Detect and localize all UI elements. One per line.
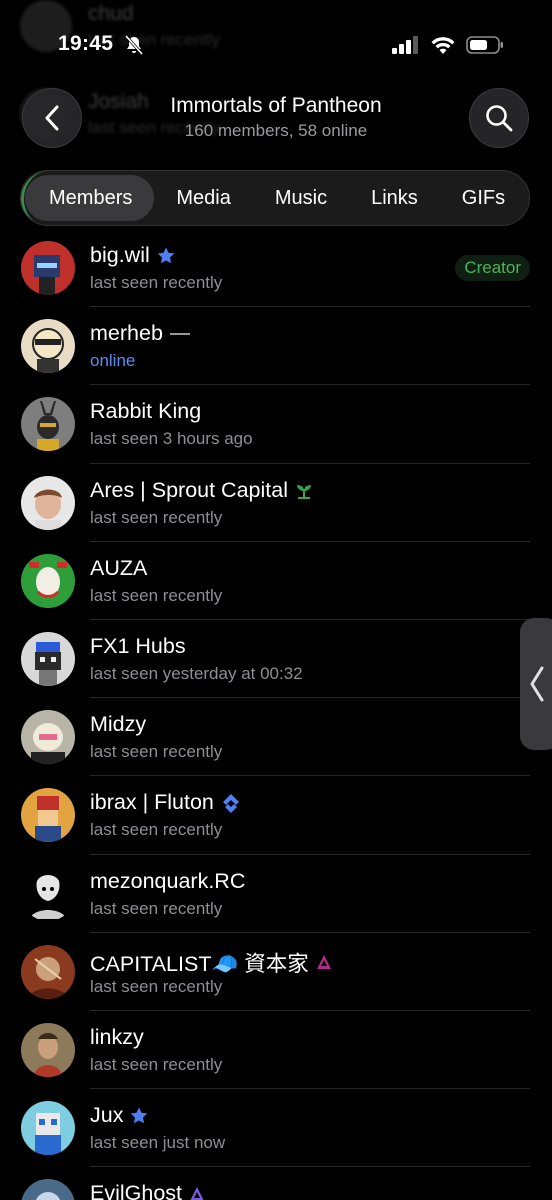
- member-name-row: CAPITALIST🧢 資本家: [90, 947, 333, 978]
- member-name: EvilGhost: [90, 1181, 183, 1200]
- star-icon: [131, 1107, 148, 1123]
- wifi-icon: [431, 37, 455, 54]
- member-status: last seen recently: [90, 1054, 223, 1074]
- star-icon: [157, 247, 175, 263]
- creator-badge: Creator: [455, 255, 530, 281]
- triangle-icon: [316, 955, 331, 970]
- member-name: FX1 Hubs: [90, 633, 186, 658]
- member-name-row: FX1 Hubs: [90, 634, 186, 659]
- member-name-row: big.wil: [90, 243, 176, 268]
- member-name-row: Jux: [90, 1103, 149, 1128]
- member-row[interactable]: Midzy last seen recently: [0, 698, 552, 777]
- member-list: big.wil last seen recently Creator merhe…: [0, 229, 552, 1200]
- avatar: [21, 241, 75, 295]
- member-name: Rabbit King: [90, 399, 202, 424]
- avatar: [21, 788, 75, 843]
- status-icons: [392, 35, 504, 55]
- member-name-row: merheb: [90, 321, 191, 346]
- member-row[interactable]: linkzy last seen recently: [0, 1011, 552, 1090]
- side-panel-handle[interactable]: [520, 618, 552, 750]
- member-row[interactable]: Jux last seen just now: [0, 1089, 552, 1168]
- member-row[interactable]: Ares | Sprout Capital last seen recently: [0, 464, 552, 542]
- avatar: [21, 710, 75, 765]
- sprout-icon: [296, 485, 311, 500]
- bell-muted-icon: [124, 35, 144, 55]
- status-bar: 19:45: [0, 0, 552, 88]
- tab-media[interactable]: Media: [154, 175, 252, 221]
- member-status: last seen 3 hours ago: [90, 429, 253, 449]
- dash-emoji-icon: [169, 332, 190, 335]
- member-status: last seen recently: [90, 507, 223, 527]
- tab-members[interactable]: Members: [25, 175, 155, 221]
- member-row[interactable]: merheb online: [0, 307, 552, 386]
- member-name: CAPITALIST🧢 資本家: [90, 951, 309, 976]
- member-name: big.wil: [90, 243, 150, 267]
- member-name: ibrax | Fluton: [90, 790, 214, 815]
- member-name: AUZA: [90, 555, 148, 580]
- avatar: [21, 1179, 75, 1200]
- member-status: last seen just now: [90, 1133, 226, 1153]
- avatar: [21, 866, 75, 921]
- avatar: [21, 631, 75, 686]
- member-status: online: [90, 351, 136, 371]
- member-status: last seen recently: [90, 273, 223, 292]
- avatar: [21, 397, 75, 452]
- avatar: [21, 944, 75, 999]
- member-name-row: mezonquark.RC: [90, 869, 245, 894]
- avatar: [21, 1022, 75, 1077]
- member-status: last seen recently: [90, 898, 223, 918]
- member-row[interactable]: FX1 Hubs last seen yesterday at 00:32: [0, 620, 552, 699]
- member-row[interactable]: EvilGhost: [0, 1167, 552, 1200]
- tab-links[interactable]: Links: [349, 175, 440, 221]
- chevron-left-icon: [530, 666, 544, 702]
- member-name-row: AUZA: [90, 556, 147, 581]
- member-name: Midzy: [90, 712, 147, 737]
- fluton-logo-icon: [222, 793, 239, 813]
- media-tabs: Members Media Music Links GIFs: [20, 170, 530, 226]
- member-status: last seen recently: [90, 820, 223, 840]
- battery-icon: [466, 36, 503, 54]
- search-button[interactable]: [469, 88, 529, 148]
- cellular-signal-icon: [392, 36, 418, 54]
- member-status: last seen recently: [90, 742, 223, 762]
- member-name-row: Midzy: [90, 712, 146, 737]
- avatar: [21, 1101, 75, 1156]
- member-row[interactable]: CAPITALIST🧢 資本家 last seen recently: [0, 933, 552, 1011]
- member-row[interactable]: mezonquark.RC last seen recently: [0, 855, 552, 933]
- avatar: [21, 319, 75, 374]
- member-name: Jux: [90, 1103, 124, 1128]
- triangle-icon: [190, 1186, 204, 1200]
- member-name: merheb: [90, 321, 163, 346]
- member-row[interactable]: AUZA last seen recently: [0, 542, 552, 620]
- member-name-row: linkzy: [90, 1025, 144, 1050]
- member-name-row: Ares | Sprout Capital: [90, 478, 314, 503]
- member-name-row: ibrax | Fluton: [90, 790, 242, 815]
- member-row[interactable]: big.wil last seen recently Creator: [0, 229, 552, 308]
- search-icon: [486, 105, 513, 132]
- member-status: last seen yesterday at 00:32: [90, 663, 303, 683]
- member-name: Ares | Sprout Capital: [90, 477, 288, 502]
- tab-music[interactable]: Music: [253, 175, 349, 221]
- member-name: linkzy: [90, 1024, 144, 1049]
- status-time: 19:45: [58, 32, 114, 55]
- avatar: [21, 553, 75, 608]
- tab-gifs[interactable]: GIFs: [440, 175, 527, 221]
- member-name-row: Rabbit King: [90, 399, 201, 424]
- member-name-row: EvilGhost: [90, 1181, 206, 1200]
- member-status: last seen recently: [90, 585, 223, 605]
- member-row[interactable]: Rabbit King last seen 3 hours ago: [0, 385, 552, 464]
- avatar: [21, 475, 75, 530]
- member-status: last seen recently: [90, 976, 223, 996]
- member-name: mezonquark.RC: [90, 868, 246, 893]
- member-row[interactable]: ibrax | Fluton last seen recently: [0, 776, 552, 855]
